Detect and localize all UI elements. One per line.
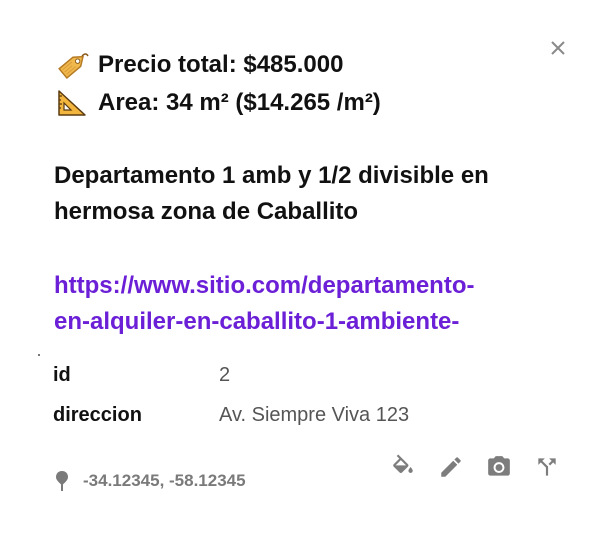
listing-link-line-1: https://www.sitio.com/departamento- — [54, 272, 475, 299]
close-icon — [551, 41, 565, 55]
price-label: Precio total: $485.000 — [98, 51, 344, 78]
style-button[interactable] — [388, 452, 418, 482]
location-pin-icon — [55, 470, 69, 492]
coordinates: -34.12345, -58.12345 — [55, 470, 246, 492]
triangular-ruler-icon — [56, 88, 90, 118]
action-toolbar — [388, 452, 562, 482]
directions-button[interactable] — [532, 452, 562, 482]
coordinates-text: -34.12345, -58.12345 — [83, 471, 246, 490]
camera-icon — [488, 456, 510, 476]
price-line: Precio total: $485.000 — [56, 50, 343, 80]
listing-link[interactable]: https://www.sitio.com/departamento- en-a… — [54, 268, 554, 340]
pencil-icon — [441, 457, 461, 477]
photo-button[interactable] — [484, 452, 514, 482]
attribute-value: 2 — [219, 364, 231, 386]
paint-bucket-icon — [393, 454, 413, 474]
attribute-key: id — [53, 364, 71, 386]
attribute-row-id: id 2 — [53, 364, 230, 387]
attribute-key: direccion — [53, 404, 142, 426]
attribute-value: Av. Siempre Viva 123 — [219, 404, 410, 426]
directions-icon — [538, 458, 556, 476]
close-button[interactable] — [548, 38, 568, 58]
edit-button[interactable] — [436, 452, 466, 482]
price-tag-icon — [56, 50, 90, 80]
listing-title: Departamento 1 amb y 1/2 divisible en he… — [54, 162, 489, 225]
attribute-row-direccion: direccion Av. Siempre Viva 123 — [53, 404, 409, 427]
divider-dot — [38, 354, 40, 356]
area-line: Area: 34 m² ($14.265 /m²) — [56, 88, 381, 118]
area-label: Area: 34 m² ($14.265 /m²) — [98, 89, 381, 116]
listing-link-line-2: en-alquiler-en-caballito-1-ambiente- — [54, 308, 460, 335]
